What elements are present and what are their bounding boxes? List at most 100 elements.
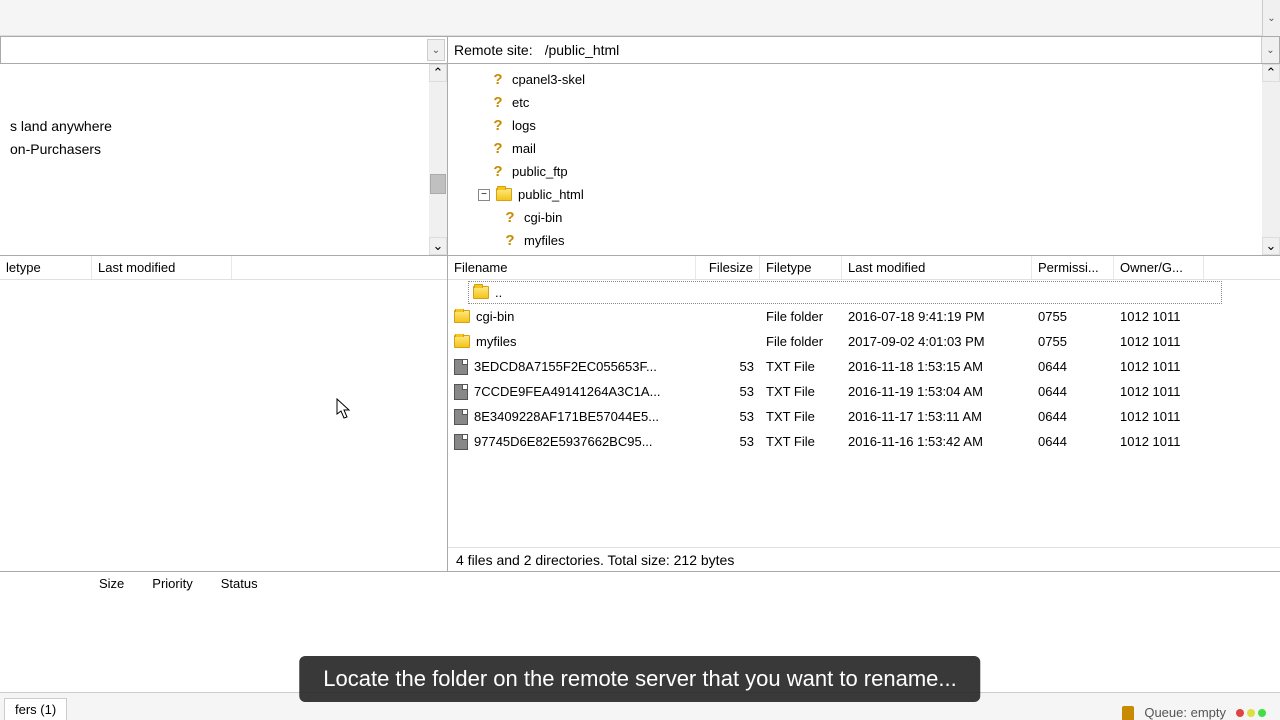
remote-tree-item[interactable]: ?cgi-bin <box>448 206 1280 229</box>
col-permissions[interactable]: Permissi... <box>1032 256 1114 279</box>
col-last-modified[interactable]: Last modified <box>842 256 1032 279</box>
col-filename[interactable]: Filename⌃ <box>448 256 696 279</box>
cell-owner: 1012 1011 <box>1114 334 1204 349</box>
chevron-down-icon: ⌄ <box>1266 238 1277 254</box>
cell-modified: 2016-07-18 9:41:19 PM <box>842 309 1032 324</box>
cell-type: TXT File <box>760 359 842 374</box>
col-size[interactable]: Size <box>95 576 128 591</box>
tree-item-label: public_html <box>518 187 584 202</box>
file-row[interactable]: 8E3409228AF171BE57044E5...53TXT File2016… <box>448 404 1280 429</box>
connection-indicator <box>1236 709 1266 717</box>
cell-modified: 2016-11-18 1:53:15 AM <box>842 359 1032 374</box>
folder-icon <box>473 286 489 299</box>
unknown-folder-icon: ? <box>490 164 506 180</box>
tree-item-label: myfiles <box>524 233 564 248</box>
file-name: myfiles <box>476 334 516 349</box>
remote-tree-item[interactable]: ? mail <box>448 137 1280 160</box>
unknown-folder-icon: ? <box>490 72 506 88</box>
tree-collapse-button[interactable]: − <box>478 189 490 201</box>
file-row[interactable]: 7CCDE9FEA49141264A3C1A...53TXT File2016-… <box>448 379 1280 404</box>
file-row[interactable]: 97745D6E82E5937662BC95... 53TXT File2016-… <box>448 429 1280 454</box>
remote-site-label: Remote site: <box>448 37 539 63</box>
cell-owner: 1012 1011 <box>1114 309 1204 324</box>
scroll-down-button[interactable]: ⌄ <box>429 237 447 255</box>
dot-green-icon <box>1258 709 1266 717</box>
cell-perm: 0644 <box>1032 359 1114 374</box>
local-tree-scrollbar[interactable]: ⌃ ⌄ <box>429 64 447 255</box>
dot-red-icon <box>1236 709 1244 717</box>
file-name: 7CCDE9FEA49141264A3C1A... <box>474 384 660 399</box>
file-name: 3EDCD8A7155F2EC055653F... <box>474 359 657 374</box>
chevron-down-icon: ⌄ <box>433 238 444 254</box>
queue-column-headers: Size Priority Status <box>0 572 1280 594</box>
unknown-folder-icon: ? <box>502 210 518 226</box>
tree-item-label: logs <box>512 118 536 133</box>
chevron-down-icon: ⌄ <box>1267 13 1275 24</box>
file-icon <box>454 409 468 425</box>
local-tree-item[interactable]: s land anywhere <box>0 114 447 137</box>
unknown-folder-icon: ? <box>490 141 506 157</box>
col-priority[interactable]: Priority <box>148 576 196 591</box>
status-tray: Queue: empty <box>1122 705 1276 720</box>
col-filetype[interactable]: letype <box>0 256 92 279</box>
remote-tree-item[interactable]: ? logs <box>448 114 1280 137</box>
remote-tree-item[interactable]: ?public_ftp <box>448 160 1280 183</box>
file-row[interactable]: .. <box>468 281 1222 304</box>
toolbar-scroll-right[interactable]: ⌄ <box>1262 0 1280 36</box>
folder-icon <box>496 188 512 201</box>
remote-file-list[interactable]: .. cgi-binFile folder2016-07-18 9:41:19 P… <box>448 280 1280 547</box>
local-site-dropdown[interactable]: ⌄ <box>427 39 445 61</box>
file-row[interactable]: myfilesFile folder2017-09-02 4:01:03 PM0… <box>448 329 1280 354</box>
folder-icon <box>454 310 470 323</box>
cell-type: File folder <box>760 334 842 349</box>
scroll-up-button[interactable]: ⌃ <box>1262 64 1280 82</box>
local-column-headers: letype Last modified <box>0 256 447 280</box>
remote-site-input[interactable] <box>539 37 1261 63</box>
scroll-down-button[interactable]: ⌄ <box>1262 237 1280 255</box>
local-file-list[interactable] <box>0 280 447 571</box>
tree-item-label: mail <box>512 141 536 156</box>
remote-file-list-panel: Filename⌃ Filesize Filetype Last modifie… <box>448 256 1280 571</box>
cell-type: TXT File <box>760 434 842 449</box>
remote-tree-item[interactable]: ? myfiles <box>448 229 1280 252</box>
col-owner[interactable]: Owner/G... <box>1114 256 1204 279</box>
remote-tree-item[interactable]: − public_html <box>448 183 1280 206</box>
chevron-up-icon: ⌃ <box>433 65 444 81</box>
col-last-modified[interactable]: Last modified <box>92 256 232 279</box>
unknown-folder-icon: ? <box>490 118 506 134</box>
remote-tree-item[interactable]: ? cpanel3-skel <box>448 68 1280 91</box>
chevron-down-icon: ⌄ <box>432 45 440 56</box>
file-name: 8E3409228AF171BE57044E5... <box>474 409 659 424</box>
tree-item-label: cpanel3-skel <box>512 72 585 87</box>
file-name: .. <box>495 285 502 300</box>
file-name: 97745D6E82E5937662BC95... <box>474 434 653 449</box>
cell-perm: 0755 <box>1032 309 1114 324</box>
tab-transfers[interactable]: fers (1) <box>4 698 67 720</box>
local-site-combo[interactable]: ⌄ <box>0 36 448 64</box>
cell-owner: 1012 1011 <box>1114 359 1204 374</box>
local-tree-item[interactable]: on-Purchasers <box>0 137 447 160</box>
file-row[interactable]: cgi-binFile folder2016-07-18 9:41:19 PM0… <box>448 304 1280 329</box>
toolbar: ⌄ <box>0 0 1280 36</box>
file-row[interactable]: 3EDCD8A7155F2EC055653F... 53TXT File2016-… <box>448 354 1280 379</box>
lock-icon <box>1122 706 1134 720</box>
col-status[interactable]: Status <box>217 576 262 591</box>
unknown-folder-icon: ? <box>490 95 506 111</box>
cursor-icon <box>336 398 352 420</box>
col-filetype[interactable]: Filetype <box>760 256 842 279</box>
scroll-thumb[interactable] <box>430 174 446 194</box>
remote-tree-item[interactable]: ? etc <box>448 91 1280 114</box>
scroll-up-button[interactable]: ⌃ <box>429 64 447 82</box>
file-icon <box>454 359 468 375</box>
cell-size: 53 <box>696 384 760 399</box>
tree-item-label: etc <box>512 95 529 110</box>
chevron-up-icon: ⌃ <box>1266 65 1277 81</box>
cell-size: 53 <box>696 359 760 374</box>
unknown-folder-icon: ? <box>502 233 518 249</box>
cell-size: 53 <box>696 434 760 449</box>
col-filesize[interactable]: Filesize <box>696 256 760 279</box>
remote-column-headers: Filename⌃ Filesize Filetype Last modifie… <box>448 256 1280 280</box>
remote-site-dropdown[interactable]: ⌄ <box>1261 37 1279 63</box>
cell-modified: 2016-11-16 1:53:42 AM <box>842 434 1032 449</box>
remote-tree-scrollbar[interactable]: ⌃ ⌄ <box>1262 64 1280 255</box>
